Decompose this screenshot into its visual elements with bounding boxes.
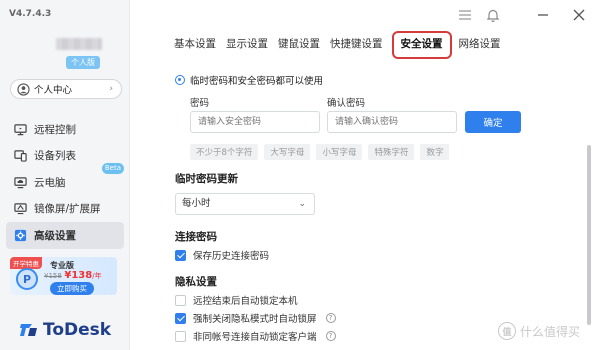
select-value: 每小时: [182, 198, 211, 209]
watermark-text: 什么值得买: [520, 324, 581, 339]
temp-password-update-title: 临时密码更新: [175, 173, 238, 185]
sidebar-item-label: 云电脑: [34, 176, 66, 189]
todesk-logo-icon: [20, 324, 37, 336]
mirror-screen-icon: [14, 203, 27, 215]
menu-icon: [459, 10, 471, 20]
promo-price: ¥158 ¥138/年: [44, 270, 102, 281]
rule-digit: 数字: [420, 144, 450, 160]
save-history-label: 保存历史连接密码: [193, 251, 270, 262]
promo-old-price: ¥158: [44, 272, 62, 280]
force-lock-checkbox[interactable]: [175, 312, 186, 324]
confirm-password-label: 确认密码: [327, 98, 366, 109]
personal-center-button[interactable]: 个人中心 ›: [10, 79, 122, 99]
sidebar: V4.7.4.3 个人版 个人中心 › 远程控制 设备列表 云电脑 Beta 镜…: [0, 0, 130, 350]
sidebar-item-label: 镜像屏/扩展屏: [34, 203, 101, 216]
rule-special: 特殊字符: [368, 144, 415, 160]
settings-tabs: 基本设置 显示设置 键鼠设置 快捷键设置 安全设置 网络设置: [172, 31, 509, 59]
user-icon: [17, 82, 30, 96]
tab-basic[interactable]: 基本设置: [172, 36, 224, 54]
connection-password-title: 连接密码: [175, 231, 217, 243]
beta-badge: Beta: [101, 163, 124, 174]
radio-selected[interactable]: [175, 75, 185, 85]
temp-password-frequency-select[interactable]: 每小时 ⌄: [175, 193, 315, 215]
privacy-option-account-lock[interactable]: 非同帐号连接自动锁定客户端 ?: [175, 329, 336, 343]
promo-new-price: ¥138: [64, 270, 93, 281]
sidebar-item-remote-control[interactable]: 远程控制: [6, 116, 124, 143]
save-history-checkbox[interactable]: [175, 249, 186, 261]
monitor-icon: [14, 124, 27, 135]
sidebar-item-mirror-screen[interactable]: 镜像屏/扩展屏: [6, 196, 124, 223]
notification-button[interactable]: [486, 8, 500, 22]
confirm-button[interactable]: 确定: [465, 111, 521, 133]
privacy-option-auto-lock[interactable]: 远控结束后自动锁定本机: [175, 293, 298, 307]
sidebar-item-label: 设备列表: [34, 150, 76, 163]
sidebar-nav: 远程控制 设备列表 云电脑 Beta 镜像屏/扩展屏 高级设置: [6, 116, 124, 249]
close-icon: [573, 9, 585, 21]
pro-edition-icon: P: [16, 268, 38, 290]
rule-uppercase: 大写字母: [264, 144, 311, 160]
privacy-settings-title: 隐私设置: [175, 276, 217, 288]
cloud-pc-icon: [14, 177, 27, 188]
chevron-right-icon: ›: [109, 84, 113, 94]
password-rules: 不少于8个字符 大写字母 小写字母 特殊字符 数字: [190, 144, 450, 160]
privacy-option-force-lock[interactable]: 强制关闭隐私模式时自动锁屏 ?: [175, 311, 336, 325]
scrollbar[interactable]: [587, 145, 591, 325]
advanced-settings-icon: [14, 229, 27, 241]
watermark: 值 什么值得买: [498, 322, 580, 340]
confirm-password-input[interactable]: [327, 111, 457, 133]
menu-button[interactable]: [458, 8, 472, 22]
privacy-option-label: 强制关闭隐私模式时自动锁屏: [193, 314, 317, 325]
help-icon[interactable]: ?: [325, 313, 336, 323]
save-history-option[interactable]: 保存历史连接密码: [175, 248, 269, 262]
password-mode-label: 临时密码和安全密码都可以使用: [190, 76, 324, 87]
blurred-username: [56, 38, 102, 50]
tab-keyboard-mouse[interactable]: 键鼠设置: [276, 36, 328, 54]
tab-security[interactable]: 安全设置: [391, 31, 452, 59]
edition-badge: 个人版: [66, 56, 100, 69]
devices-icon: [14, 150, 27, 162]
tab-shortcuts[interactable]: 快捷键设置: [328, 36, 391, 54]
password-label: 密码: [190, 98, 210, 109]
help-icon[interactable]: ?: [325, 331, 336, 341]
tab-network[interactable]: 网络设置: [457, 36, 509, 54]
bell-icon: [487, 9, 499, 22]
buy-now-button[interactable]: 立即购买: [50, 282, 94, 295]
app-version: V4.7.4.3: [9, 9, 52, 19]
tab-display[interactable]: 显示设置: [224, 36, 276, 54]
sidebar-item-label: 高级设置: [34, 229, 76, 242]
sidebar-item-label: 远程控制: [34, 123, 76, 136]
password-input[interactable]: [190, 111, 320, 133]
promo-banner[interactable]: 开学特惠 P 专业版 ¥158 ¥138/年 立即购买: [10, 257, 117, 295]
promo-price-unit: /年: [92, 272, 102, 280]
account-lock-checkbox[interactable]: [175, 330, 186, 342]
sidebar-item-cloud-pc[interactable]: 云电脑 Beta: [6, 163, 124, 196]
rule-lowercase: 小写字母: [316, 144, 363, 160]
personal-center-label: 个人中心: [34, 85, 73, 96]
sidebar-item-advanced-settings[interactable]: 高级设置: [6, 222, 124, 249]
auto-lock-checkbox[interactable]: [175, 294, 186, 306]
brand-name: ToDesk: [43, 320, 112, 340]
privacy-option-label: 非同帐号连接自动锁定客户端: [193, 332, 317, 343]
chevron-down-icon: ⌄: [298, 199, 306, 209]
privacy-option-label: 远控结束后自动锁定本机: [193, 296, 298, 307]
minimize-icon: [538, 14, 548, 16]
todesk-logo: ToDesk: [20, 320, 111, 340]
minimize-button[interactable]: [536, 8, 550, 22]
watermark-badge: 值: [498, 322, 516, 340]
close-button[interactable]: [572, 8, 586, 22]
password-mode-option[interactable]: 临时密码和安全密码都可以使用: [175, 73, 323, 87]
account-info[interactable]: 个人版: [56, 36, 102, 69]
rule-min-length: 不少于8个字符: [190, 144, 259, 160]
